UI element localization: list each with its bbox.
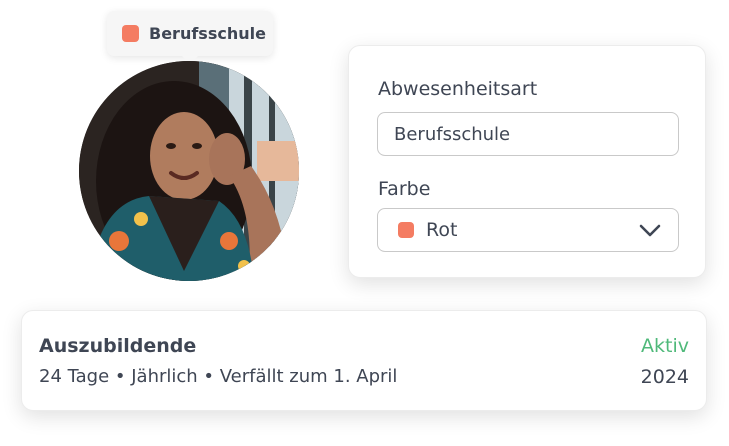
color-select-value: Rot	[426, 219, 458, 241]
policy-title: Auszubildende	[39, 335, 197, 357]
status-badge: Aktiv	[641, 335, 689, 357]
policy-year: 2024	[640, 366, 689, 388]
color-swatch	[122, 25, 139, 42]
avatar	[79, 61, 299, 281]
absence-type-label: Abwesenheitsart	[378, 78, 538, 100]
policy-card[interactable]: Auszubildende 24 Tage • Jährlich • Verfä…	[21, 310, 707, 411]
absence-form-card: Abwesenheitsart Farbe Rot	[348, 45, 706, 278]
chevron-down-icon	[639, 224, 661, 237]
color-swatch	[398, 222, 414, 238]
color-label: Farbe	[378, 178, 431, 200]
color-select[interactable]: Rot	[377, 208, 679, 252]
tooltip-label: Berufsschule	[149, 24, 266, 43]
absence-type-input[interactable]	[377, 112, 679, 156]
absence-type-tooltip: Berufsschule	[107, 11, 273, 64]
policy-details: 24 Tage • Jährlich • Verfällt zum 1. Apr…	[39, 366, 398, 387]
